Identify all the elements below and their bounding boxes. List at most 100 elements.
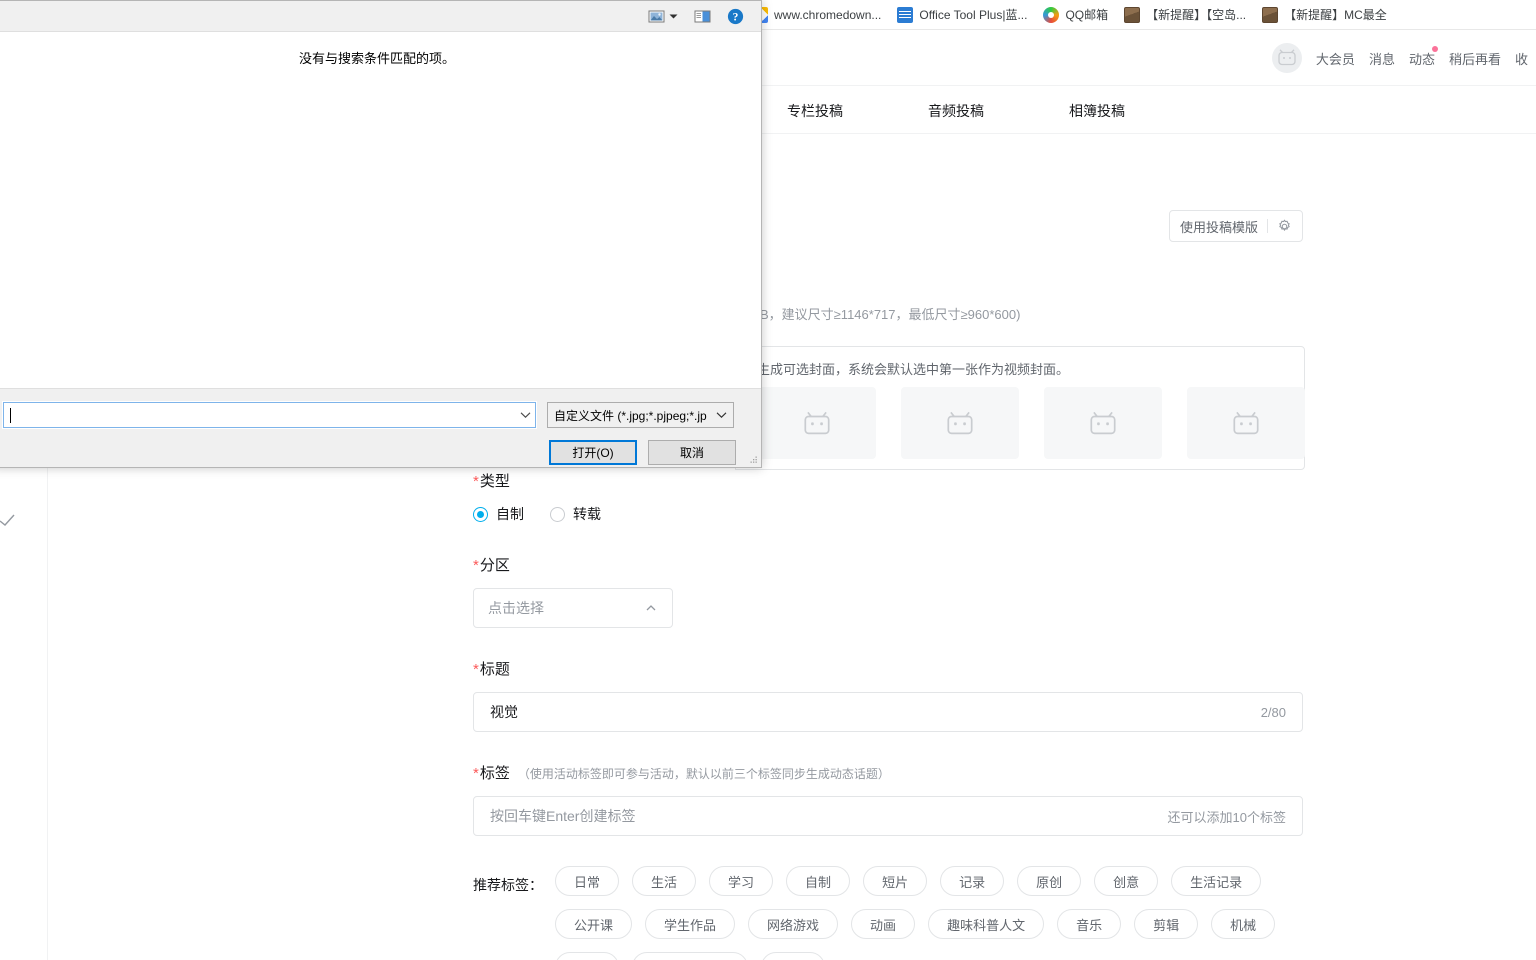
check-icon	[0, 514, 15, 526]
tab-column-upload[interactable]: 专栏投稿	[787, 101, 843, 121]
nav-link-vip[interactable]: 大会员	[1316, 49, 1355, 68]
recommended-tag[interactable]: 生活记录	[1171, 866, 1262, 896]
radio-dot-selected[interactable]	[473, 506, 488, 522]
cover-picker-panel: 正生成可选封面，系统会默认选中第一张作为视频封面。	[735, 346, 1305, 470]
file-dialog-footer: ： 自定义文件 (*.jpg;*.pjpeg;*.jp 打开(O) 取消	[0, 389, 761, 467]
type-radio-group: 自制 转载	[473, 504, 1303, 524]
recommended-tag[interactable]: 记录	[940, 866, 1005, 896]
svg-text:?: ?	[733, 11, 739, 23]
tags-note: （使用活动标签即可参与活动，默认以前三个标签同步生成动态话题）	[517, 767, 890, 781]
file-dialog-toolbar: ?	[0, 1, 761, 32]
recommended-tags-section: 推荐标签： 日常 生活 学习 自制 短片 记录 原创 创意 生活记录 公开课 学…	[473, 866, 1303, 960]
minecraft-icon	[1262, 6, 1279, 23]
title-field-label: *标题	[473, 661, 510, 678]
radio-dot[interactable]	[550, 506, 565, 522]
required-marker: *	[473, 557, 479, 574]
preview-pane-icon	[694, 10, 711, 22]
radio-option-repost[interactable]: 转载	[550, 504, 601, 524]
open-button[interactable]: 打开(O)	[549, 440, 637, 465]
nav-link-favorites[interactable]: 收	[1515, 49, 1528, 68]
recommended-tag[interactable]: 机械	[1211, 909, 1276, 939]
recommended-tag[interactable]: 动画	[851, 909, 916, 939]
recommended-tag[interactable]: 公开课	[555, 909, 633, 939]
user-nav: 大会员 消息 动态 稍后再看 收	[1271, 30, 1536, 86]
text-caret	[10, 407, 11, 423]
cover-thumbnail[interactable]	[1187, 387, 1305, 459]
tags-remaining: 还可以添加10个标签	[1167, 809, 1286, 825]
radio-label: 自制	[496, 506, 524, 522]
recommended-tag[interactable]: 短片	[863, 866, 928, 896]
title-input[interactable]: 视觉 2/80	[473, 692, 1303, 732]
filetype-value: 自定义文件 (*.jpg;*.pjpeg;*.jp	[554, 408, 707, 423]
recommended-tag[interactable]: 学习	[709, 866, 774, 896]
office-icon	[897, 6, 914, 23]
radio-label: 转载	[573, 506, 601, 522]
recommended-tag[interactable]: 学生作品	[645, 909, 736, 939]
bookmark-label: Office Tool Plus|蓝...	[919, 8, 1028, 22]
qqmail-icon	[1043, 6, 1060, 23]
tags-input[interactable]: 按回车键Enter创建标签 还可以添加10个标签	[473, 796, 1303, 836]
recommended-tag[interactable]: 音乐	[1057, 909, 1122, 939]
recommended-tag[interactable]: 绘画	[555, 952, 620, 960]
tab-album-upload[interactable]: 相簿投稿	[1069, 101, 1125, 121]
recommended-tag[interactable]: 野生技术协会	[632, 952, 749, 960]
recommended-tag[interactable]: 网络游戏	[748, 909, 839, 939]
use-template-label: 使用投稿模版	[1179, 219, 1258, 235]
recommended-tags-label: 推荐标签：	[473, 877, 543, 893]
upload-form: *类型 自制 转载 *分区 点击选择 *标题 视觉 2/80 *标签 （使用活动…	[473, 470, 1303, 960]
cover-thumbnail[interactable]	[901, 387, 1019, 459]
preview-pane-button[interactable]	[691, 7, 714, 26]
bookmark-label: 【新提醒】【空岛...	[1146, 8, 1247, 22]
recommended-tag[interactable]: 创意	[1094, 866, 1159, 896]
recommended-tag[interactable]: 自制	[786, 866, 851, 896]
required-marker: *	[473, 765, 479, 782]
bookmark-item-mc-skyblock[interactable]: 【新提醒】【空岛...	[1116, 4, 1254, 25]
view-layout-button[interactable]	[645, 7, 681, 26]
cover-generating-hint: 正生成可选封面，系统会默认选中第一张作为视频封面。	[744, 362, 1070, 377]
nav-link-messages[interactable]: 消息	[1369, 49, 1395, 68]
bilibili-tv-icon	[947, 411, 973, 435]
view-layout-icon	[648, 10, 665, 22]
cancel-button[interactable]: 取消	[648, 440, 736, 465]
bilibili-tv-icon	[804, 411, 830, 435]
title-counter: 2/80	[1260, 704, 1286, 720]
bookmark-item-mc-full[interactable]: 【新提醒】MC最全	[1254, 4, 1395, 25]
recommended-tag[interactable]: 原创	[1017, 866, 1082, 896]
resize-grip-icon[interactable]	[748, 455, 758, 465]
recommended-tag[interactable]: 趣味科普人文	[928, 909, 1045, 939]
bookmark-item-qqmail[interactable]: QQ邮箱	[1035, 4, 1116, 25]
recommended-tag[interactable]: 教育	[761, 952, 826, 960]
chevron-down-icon[interactable]	[716, 411, 727, 419]
bookmark-label: www.chromedown...	[774, 7, 882, 22]
tab-audio-upload[interactable]: 音频投稿	[928, 101, 984, 121]
empty-results-message: 没有与搜索条件匹配的项。	[298, 51, 455, 66]
filetype-select[interactable]: 自定义文件 (*.jpg;*.pjpeg;*.jp	[547, 402, 734, 428]
avatar[interactable]	[1271, 43, 1302, 73]
bookmark-item-chromedown[interactable]: www.chromedown...	[744, 5, 889, 25]
chevron-down-icon[interactable]	[520, 411, 531, 419]
cover-thumbnail[interactable]	[1044, 387, 1162, 459]
chevron-up-icon	[646, 605, 656, 611]
radio-option-original[interactable]: 自制	[473, 504, 524, 524]
help-icon: ?	[727, 8, 744, 24]
filename-input[interactable]	[2, 401, 537, 429]
title-value: 视觉	[490, 704, 518, 720]
partition-select[interactable]: 点击选择	[473, 588, 673, 628]
recommended-tag[interactable]: 生活	[632, 866, 697, 896]
help-button[interactable]: ?	[724, 6, 747, 27]
bookmark-item-office-tool-plus[interactable]: Office Tool Plus|蓝...	[889, 4, 1035, 25]
gear-icon[interactable]	[1277, 219, 1292, 234]
file-list-area[interactable]: 没有与搜索条件匹配的项。	[0, 32, 761, 389]
minecraft-icon	[1124, 6, 1141, 23]
nav-link-watch-later[interactable]: 稍后再看	[1449, 49, 1501, 68]
chevron-down-icon[interactable]	[669, 13, 678, 20]
cover-size-hint: B，建议尺寸≥1146*717，最低尺寸≥960*600)	[760, 307, 1021, 322]
use-template-button[interactable]: 使用投稿模版	[1168, 210, 1303, 242]
divider	[1267, 219, 1268, 233]
nav-link-dynamic[interactable]: 动态	[1409, 45, 1438, 68]
recommended-tag[interactable]: 剪辑	[1134, 909, 1199, 939]
screen-root: 大会员 消息 动态 稍后再看 收 专栏投稿 音频投稿 相簿投稿 使用投稿模版 B…	[0, 0, 1536, 960]
bookmark-label: QQ邮箱	[1065, 8, 1109, 22]
recommended-tag[interactable]: 日常	[555, 866, 620, 896]
cover-thumbnail[interactable]	[758, 387, 876, 459]
